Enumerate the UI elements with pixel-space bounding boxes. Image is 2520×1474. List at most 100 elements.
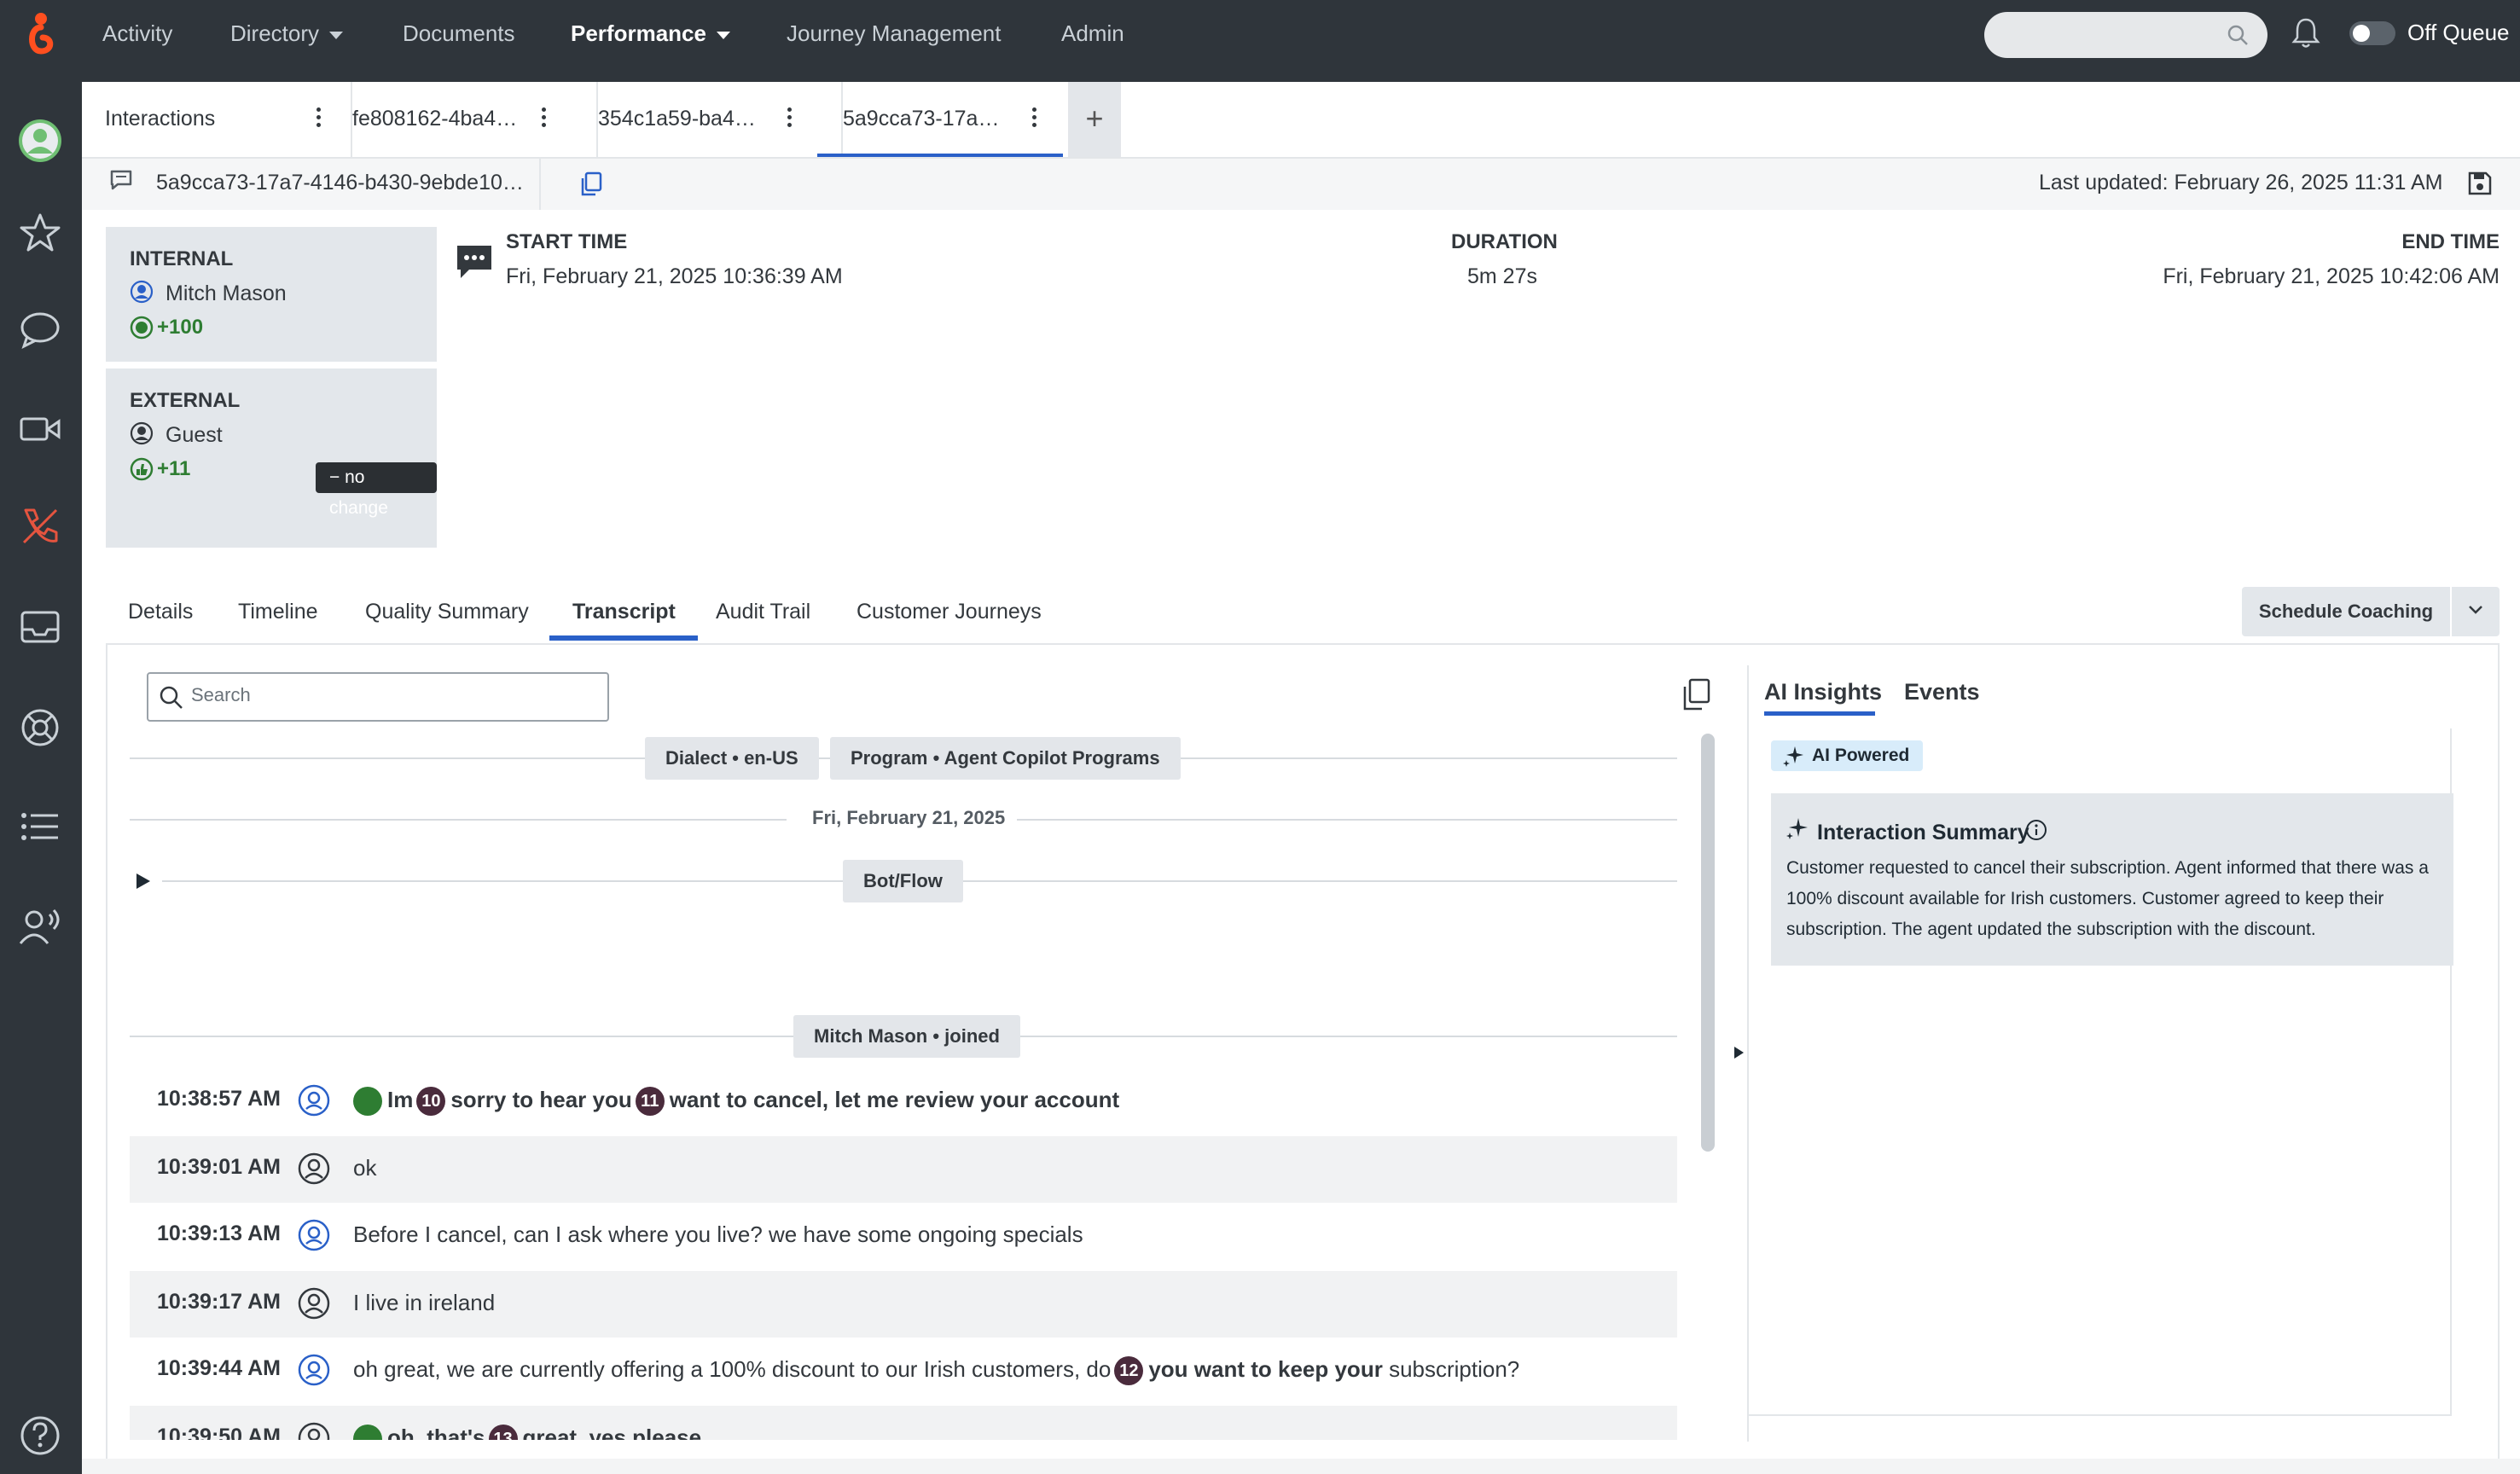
nav-activity[interactable]: Activity xyxy=(102,0,172,67)
list-icon[interactable] xyxy=(17,804,63,850)
tab-customer-journeys[interactable]: Customer Journeys xyxy=(856,597,1042,626)
end-time-value: Fri, February 21, 2025 10:42:06 AM xyxy=(2163,264,2500,288)
conversation-id: 5a9cca73-17a7-4146-b430-9ebde10… xyxy=(156,171,524,194)
internal-sentiment-score: +100 xyxy=(157,316,204,339)
tab-interaction-fe808162[interactable]: fe808162-4ba4… xyxy=(351,82,598,157)
internal-role-label: INTERNAL xyxy=(130,247,234,270)
message-text: ok xyxy=(353,1155,377,1181)
schedule-coaching-dropdown[interactable] xyxy=(2452,587,2500,636)
add-tab-button[interactable]: + xyxy=(1068,82,1121,157)
more-vertical-icon[interactable] xyxy=(1032,107,1037,131)
nav-journey-management[interactable]: Journey Management xyxy=(787,0,1001,67)
active-tab-indicator xyxy=(817,154,1063,157)
play-icon[interactable] xyxy=(133,872,152,891)
phrase-marker-badge[interactable]: 11 xyxy=(635,1087,665,1117)
message-text: Before I cancel, can I ask where you liv… xyxy=(353,1222,1083,1247)
queue-status-label: Off Queue xyxy=(2407,20,2510,45)
more-vertical-icon[interactable] xyxy=(316,107,322,131)
search-icon xyxy=(160,686,183,709)
summary-text: Customer requested to cancel their subsc… xyxy=(1786,858,2429,939)
transcript-row[interactable]: 10:38:57 AM Im 10 sorry to hear you 11 want … xyxy=(130,1068,1677,1135)
collapse-pane-arrow-icon[interactable] xyxy=(1732,1044,1745,1061)
nav-directory[interactable]: Directory xyxy=(230,0,344,67)
tab-events[interactable]: Events xyxy=(1904,679,1980,705)
queue-toggle[interactable] xyxy=(2349,21,2395,45)
duration-value: 5m 27s xyxy=(1467,264,1537,288)
transcript-row[interactable]: 10:39:01 AM ok xyxy=(130,1136,1677,1203)
copy-id-icon[interactable] xyxy=(578,171,604,198)
botflow-chip: Bot/Flow xyxy=(843,860,963,902)
agent-headset-icon xyxy=(130,280,154,304)
chevron-down-icon xyxy=(329,31,344,39)
tab-audit-trail[interactable]: Audit Trail xyxy=(716,597,810,626)
agent-headset-icon xyxy=(297,1218,331,1252)
nav-performance[interactable]: Performance xyxy=(571,0,730,67)
schedule-coaching-button[interactable]: Schedule Coaching xyxy=(2242,587,2450,636)
agent-headset-icon xyxy=(297,1353,331,1387)
sparkle-icon xyxy=(1783,746,1803,767)
phrase-marker-badge[interactable]: 12 xyxy=(1114,1356,1144,1386)
left-sidebar xyxy=(0,82,82,1474)
info-icon[interactable] xyxy=(2025,819,2047,841)
tab-interaction-5a9cca73[interactable]: 5a9cca73-17a… xyxy=(841,82,1071,157)
phrase-marker-badge[interactable]: 13 xyxy=(488,1425,518,1440)
transcript-row[interactable]: 10:39:17 AM I live in ireland xyxy=(130,1271,1677,1338)
message-text: Im 10 sorry to hear you 11 want to cancel, l… xyxy=(353,1087,1119,1117)
conversation-bubble-icon xyxy=(454,242,495,283)
internal-participant-card: INTERNAL Mitch Mason +100 xyxy=(106,227,437,362)
tab-ai-insights[interactable]: AI Insights xyxy=(1764,679,1882,705)
tab-timeline[interactable]: Timeline xyxy=(238,597,318,626)
support-lifebuoy-icon[interactable] xyxy=(17,705,63,751)
tab-transcript[interactable]: Transcript xyxy=(572,597,676,626)
chevron-down-icon xyxy=(2469,606,2482,614)
user-avatar-icon[interactable] xyxy=(17,118,63,164)
chat-bubble-icon[interactable] xyxy=(17,307,63,353)
copy-transcript-icon[interactable] xyxy=(1679,677,1713,711)
sentiment-change-badge: − no change xyxy=(316,462,437,518)
phone-icon[interactable] xyxy=(17,503,63,549)
notifications-bell-icon[interactable] xyxy=(2291,17,2320,49)
message-text: I live in ireland xyxy=(353,1290,496,1315)
video-camera-icon[interactable] xyxy=(17,406,63,452)
interaction-tabs-bar: Interactions fe808162-4ba4… 354c1a59-ba4… xyxy=(82,82,2520,159)
sentiment-positive-icon xyxy=(130,316,154,339)
more-vertical-icon[interactable] xyxy=(787,107,793,131)
transcript-row[interactable]: 10:39:50 AM oh, that's 13 great, yes pleas… xyxy=(130,1406,1677,1440)
message-text: oh, that's 13 great, yes please xyxy=(353,1425,701,1440)
sentiment-positive-icon xyxy=(353,1087,382,1117)
nav-documents[interactable]: Documents xyxy=(403,0,515,67)
external-participant-name: Guest xyxy=(165,423,223,447)
phrase-marker-badge[interactable]: 10 xyxy=(416,1087,446,1117)
message-timestamp: 10:39:01 AM xyxy=(157,1155,281,1179)
external-role-label: EXTERNAL xyxy=(130,389,241,412)
customer-user-icon xyxy=(297,1421,331,1440)
external-participant-card: EXTERNAL Guest +11 − no change xyxy=(106,368,437,548)
more-vertical-icon[interactable] xyxy=(542,107,547,131)
chevron-down-icon xyxy=(716,31,730,39)
top-navigation-bar: Activity Directory Documents Performance… xyxy=(0,0,2520,82)
nav-admin[interactable]: Admin xyxy=(1061,0,1124,67)
tab-interaction-354c1a59[interactable]: 354c1a59-ba4… xyxy=(596,82,844,157)
message-timestamp: 10:38:57 AM xyxy=(157,1087,281,1111)
active-insights-tab-indicator xyxy=(1764,711,1875,716)
help-question-icon[interactable] xyxy=(17,1413,63,1459)
tab-details[interactable]: Details xyxy=(128,597,193,626)
people-voice-icon[interactable] xyxy=(17,904,63,950)
global-search-input[interactable] xyxy=(1984,12,2267,58)
genesys-logo-icon[interactable] xyxy=(24,12,58,56)
tab-quality-summary[interactable]: Quality Summary xyxy=(365,597,529,626)
customer-user-icon xyxy=(297,1152,331,1186)
start-time-label: START TIME xyxy=(506,230,628,253)
search-placeholder: Search xyxy=(191,684,251,705)
save-disk-icon[interactable] xyxy=(2467,171,2493,196)
inbox-icon[interactable] xyxy=(17,604,63,650)
transcript-row[interactable]: 10:39:44 AM oh great, we are currently o… xyxy=(130,1338,1677,1404)
message-timestamp: 10:39:44 AM xyxy=(157,1356,281,1380)
favorites-star-icon[interactable] xyxy=(17,210,63,256)
agent-headset-icon xyxy=(297,1083,331,1117)
transcript-row[interactable]: 10:39:13 AM Before I cancel, can I ask w… xyxy=(130,1203,1677,1269)
active-detail-tab-indicator xyxy=(549,635,698,641)
transcript-scrollbar[interactable] xyxy=(1701,734,1715,1152)
message-icon xyxy=(109,169,133,191)
external-sentiment-score: +11 xyxy=(157,457,191,480)
